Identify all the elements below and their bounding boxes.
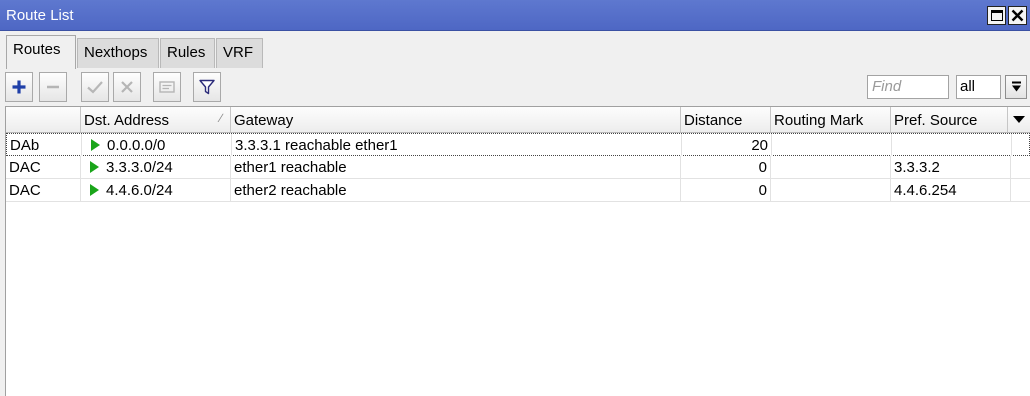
dst-address-text: 0.0.0.0/0 <box>107 137 166 154</box>
table-row[interactable]: DAC 4.4.6.0/24 ether2 reachable 0 4.4.6.… <box>6 179 1030 202</box>
table-row[interactable]: DAb 0.0.0.0/0 3.3.3.1 reachable ether1 2… <box>6 133 1030 156</box>
pref-source-cell: 4.4.6.254 <box>891 179 1011 201</box>
dst-address-cell: 3.3.3.0/24 <box>81 156 231 178</box>
active-route-arrow-icon <box>90 184 99 196</box>
gateway-cell: ether2 reachable <box>231 179 681 201</box>
routing-mark-cell <box>771 156 891 178</box>
check-icon <box>87 81 103 94</box>
column-header-routing-mark[interactable]: Routing Mark <box>771 107 891 132</box>
filter-button[interactable] <box>193 72 221 102</box>
tab-routes[interactable]: Routes <box>6 35 76 69</box>
tab-rules[interactable]: Rules <box>160 38 215 68</box>
distance-cell: 20 <box>682 134 772 156</box>
distance-cell: 0 <box>681 179 771 201</box>
title-bar: Route List <box>0 0 1030 31</box>
active-route-arrow-icon <box>91 139 100 151</box>
distance-cell: 0 <box>681 156 771 178</box>
column-header-label: Dst. Address <box>84 112 170 129</box>
filter-select[interactable]: all <box>956 75 1001 99</box>
plus-icon <box>12 80 26 94</box>
add-button[interactable] <box>5 72 33 102</box>
disable-button[interactable] <box>113 72 141 102</box>
minus-icon <box>47 85 59 89</box>
dst-address-text: 4.4.6.0/24 <box>106 182 173 199</box>
toolbar: Find all <box>0 69 1030 106</box>
close-icon <box>1011 9 1024 22</box>
pref-source-cell: 3.3.3.2 <box>891 156 1011 178</box>
comment-button[interactable] <box>153 72 181 102</box>
filter-dropdown-button[interactable] <box>1005 75 1027 99</box>
column-header-gateway[interactable]: Gateway <box>231 107 681 132</box>
table-row[interactable]: DAC 3.3.3.0/24 ether1 reachable 0 3.3.3.… <box>6 156 1030 179</box>
routing-mark-cell <box>771 179 891 201</box>
column-header-pref-source[interactable]: Pref. Source <box>891 107 1008 132</box>
dst-address-text: 3.3.3.0/24 <box>106 159 173 176</box>
dst-address-cell: 4.4.6.0/24 <box>81 179 231 201</box>
dst-address-cell: 0.0.0.0/0 <box>82 134 232 156</box>
pref-source-cell <box>892 134 1012 156</box>
remove-button[interactable] <box>39 72 67 102</box>
column-menu-button[interactable] <box>1008 107 1030 132</box>
column-header-dst-address[interactable]: Dst. Address ∕ <box>81 107 231 132</box>
close-button[interactable] <box>1008 6 1027 25</box>
flags-cell: DAb <box>7 134 82 156</box>
tab-bar: Routes Nexthops Rules VRF <box>0 31 1030 69</box>
arrow-down-bar-icon <box>1011 81 1021 92</box>
filter-icon <box>199 79 215 95</box>
window-title: Route List <box>6 7 74 24</box>
comment-icon <box>159 81 175 93</box>
x-icon <box>121 81 133 93</box>
routing-mark-cell <box>772 134 892 156</box>
column-header-distance[interactable]: Distance <box>681 107 771 132</box>
find-input[interactable]: Find <box>867 75 949 99</box>
enable-button[interactable] <box>81 72 109 102</box>
route-table: Dst. Address ∕ Gateway Distance Routing … <box>5 106 1030 396</box>
maximize-icon <box>990 10 1003 21</box>
tab-nexthops[interactable]: Nexthops <box>77 38 159 68</box>
sort-indicator-icon: ∕ <box>219 111 222 125</box>
column-header-flags[interactable] <box>6 107 81 132</box>
table-header: Dst. Address ∕ Gateway Distance Routing … <box>6 107 1030 133</box>
gateway-cell: ether1 reachable <box>231 156 681 178</box>
flags-cell: DAC <box>6 179 81 201</box>
maximize-button[interactable] <box>987 6 1006 25</box>
gateway-cell: 3.3.3.1 reachable ether1 <box>232 134 682 156</box>
active-route-arrow-icon <box>90 161 99 173</box>
tab-vrf[interactable]: VRF <box>216 38 263 68</box>
chevron-down-icon <box>1013 115 1025 123</box>
flags-cell: DAC <box>6 156 81 178</box>
